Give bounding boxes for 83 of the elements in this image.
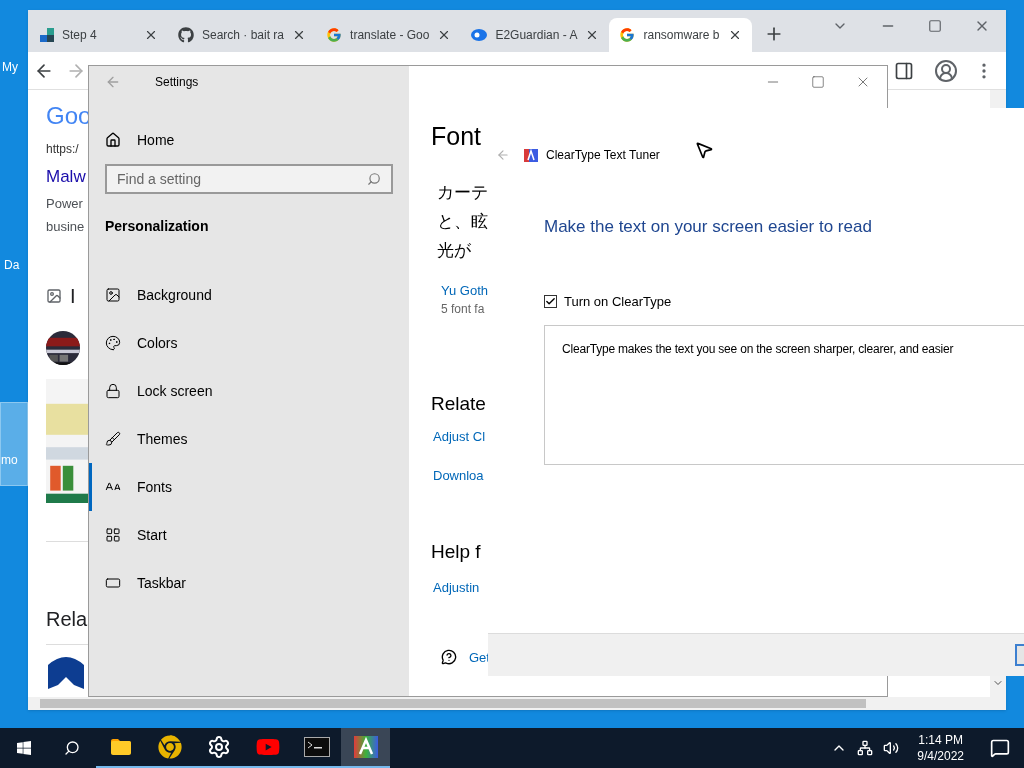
cleartype-checkbox[interactable]: Turn on ClearType <box>544 291 1024 311</box>
home-icon <box>105 132 121 148</box>
start-icon[interactable] <box>16 740 32 756</box>
scrollbar-thumb[interactable] <box>40 699 866 708</box>
nav-item[interactable]: Themes <box>89 415 409 463</box>
page-heading: Make the text on your screen easier to read <box>543 216 873 238</box>
page-title: Font <box>431 121 482 152</box>
result-url: https:/ <box>46 141 80 158</box>
browser-tab[interactable]: Step 4 <box>30 18 168 52</box>
window-title: Settings <box>155 74 199 91</box>
font-name-link[interactable]: Yu Goth <box>431 280 488 300</box>
google-icon <box>326 27 343 43</box>
horizontal-scrollbar[interactable] <box>28 697 1006 710</box>
chrome-icon <box>157 735 182 759</box>
desktop-icon-label[interactable]: My <box>2 58 18 76</box>
font-sample-line: と、眩 <box>437 210 488 233</box>
nav-item[interactable]: Lock screen <box>89 367 409 415</box>
background-icon <box>105 287 121 303</box>
start-icon <box>105 527 121 543</box>
chat-help-icon <box>441 649 457 666</box>
nav-item[interactable]: Colors <box>89 319 409 367</box>
themes-icon <box>105 431 121 447</box>
notification-icon[interactable] <box>990 738 1010 758</box>
tab-title: E2Guardian - A <box>495 27 578 44</box>
lockscreen-icon <box>105 383 121 399</box>
related-link[interactable]: Downloa <box>431 466 484 486</box>
tab-title: Search · bait ra <box>202 27 285 44</box>
font-count: 5 font fa <box>440 301 485 318</box>
settings-icon <box>206 735 231 759</box>
help-link[interactable]: Adjustin <box>431 578 480 598</box>
taskbar-icon <box>105 575 121 591</box>
font-sample-line: カーテ <box>437 181 488 204</box>
network-icon[interactable] <box>857 740 874 756</box>
description-text: ClearType makes the text you see on the screen sharper, clearer, and easier <box>562 342 954 356</box>
related-link[interactable]: Adjust Cl <box>431 426 486 446</box>
help-heading: Help f <box>431 539 481 564</box>
search-icon[interactable] <box>64 740 80 756</box>
tab-title: Step 4 <box>62 27 97 44</box>
images-heading: I <box>70 283 76 309</box>
tab-title: translate - Goo <box>350 27 430 44</box>
clock-time: 1:14 PM <box>918 732 963 748</box>
terminal-icon <box>303 737 330 757</box>
cleartype-icon <box>524 148 538 162</box>
checkbox[interactable] <box>544 294 557 308</box>
browser-tab[interactable]: ransomware b <box>609 18 752 52</box>
desktop-icon-label[interactable]: Da <box>4 256 20 274</box>
taskbar-app[interactable] <box>341 728 390 768</box>
result-title[interactable]: Malw <box>46 164 88 190</box>
font-sample-line: 光が <box>437 239 471 262</box>
section-heading: Personalization <box>104 217 210 236</box>
nav-item[interactable]: Background <box>89 271 409 319</box>
maximize-icon[interactable] <box>928 19 942 33</box>
browser-tab[interactable]: Search · bait ra <box>168 18 317 52</box>
home-item[interactable]: Home <box>89 122 409 158</box>
clock-date: 9/4/2022 <box>917 748 964 764</box>
window-title: ClearType Text Tuner <box>546 147 660 164</box>
search-field[interactable]: Find a setting <box>105 164 393 194</box>
search-icon <box>367 172 381 186</box>
nav-item[interactable]: Taskbar <box>89 559 409 607</box>
close-icon[interactable] <box>144 28 158 42</box>
result-snippet: busine <box>46 218 86 236</box>
desktop-icon-label: mo <box>1 452 18 469</box>
colors-icon <box>105 335 121 351</box>
browser-tab[interactable]: E2Guardian - A <box>461 18 610 52</box>
related-heading: Relate <box>431 392 486 416</box>
cursor-icon <box>694 140 714 160</box>
nav-item[interactable]: Fonts <box>89 463 409 511</box>
nav-item[interactable]: Start <box>89 511 409 559</box>
clock[interactable]: 1:14 PM 9/4/2022 <box>909 732 972 764</box>
steps-icon <box>40 28 54 42</box>
cleartype-icon <box>353 736 378 758</box>
tab-title: ransomware b <box>643 27 720 44</box>
search-input: Find a setting <box>117 168 367 190</box>
result-snippet: Power <box>46 194 84 213</box>
image-icon <box>46 287 62 304</box>
volume-icon[interactable] <box>883 740 900 756</box>
side-panel-icon[interactable] <box>894 60 914 81</box>
related-heading: Rela <box>46 606 88 632</box>
check-icon <box>545 295 556 307</box>
google-icon <box>619 27 636 43</box>
github-icon <box>178 27 194 43</box>
browser-tab[interactable]: translate - Goo <box>316 18 462 52</box>
profile-icon[interactable] <box>934 58 958 83</box>
